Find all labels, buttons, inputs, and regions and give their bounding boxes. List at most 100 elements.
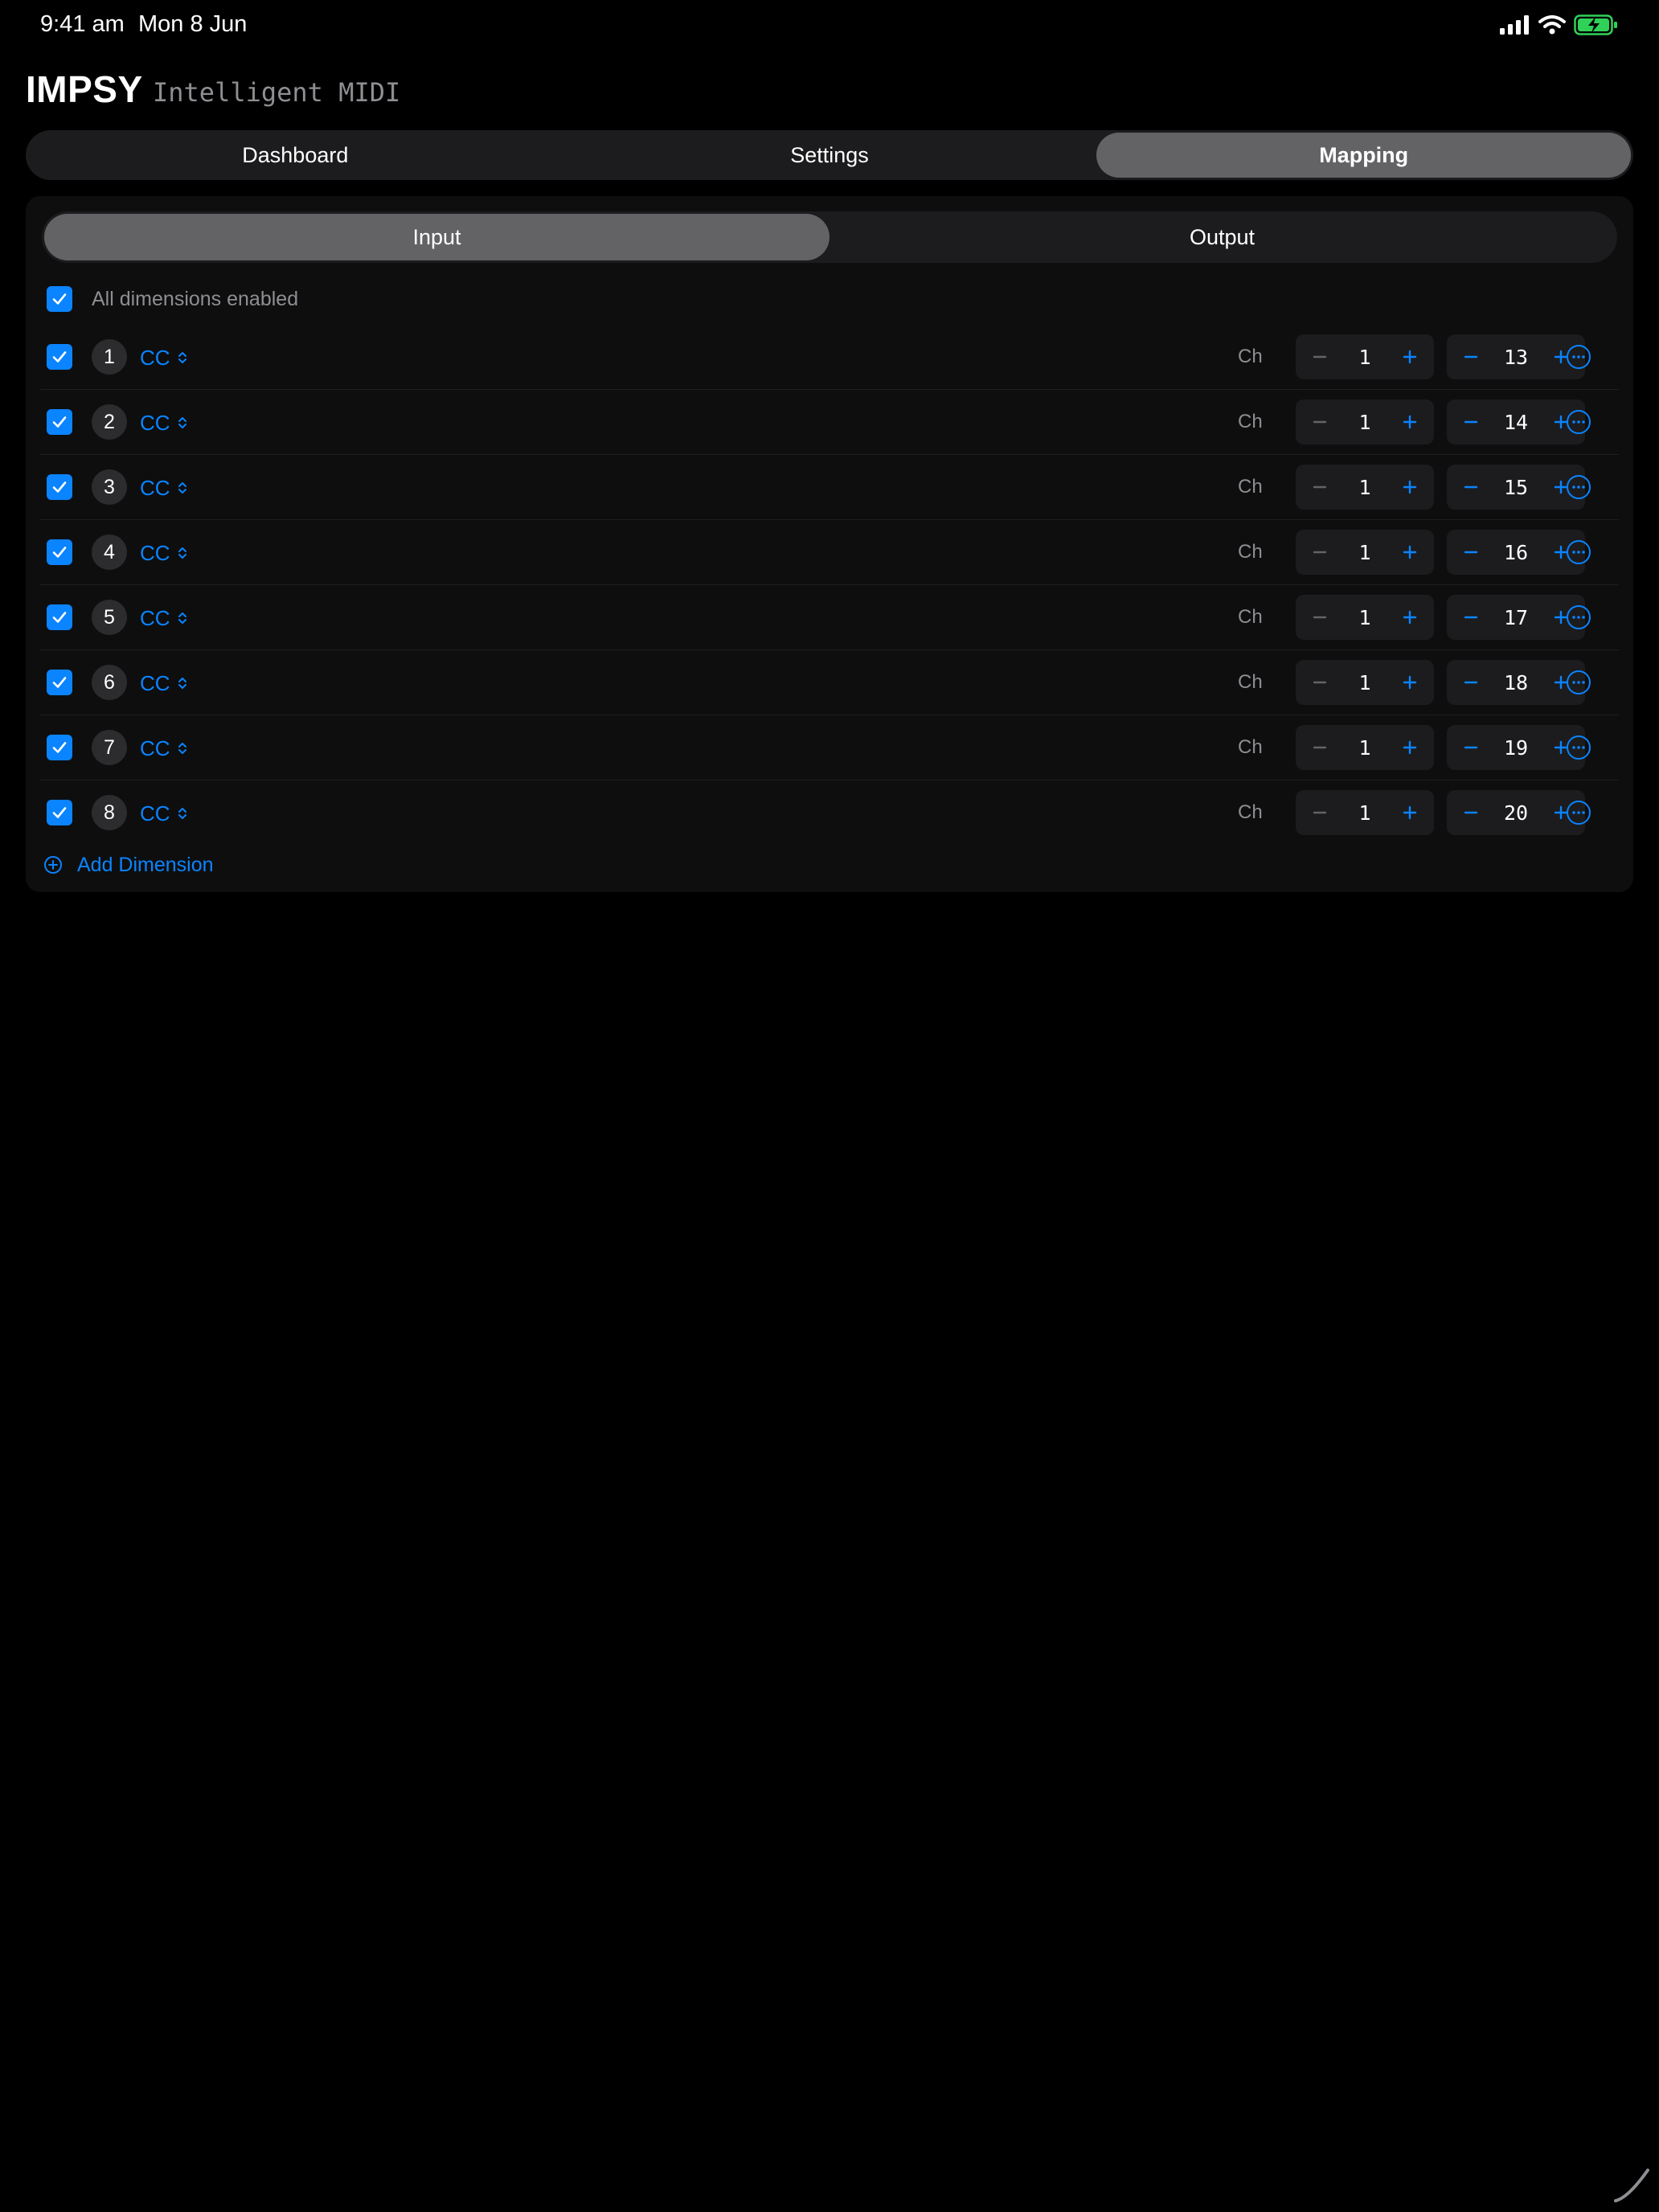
channel-stepper: 1 <box>1296 595 1434 640</box>
number-decrement-button[interactable] <box>1460 606 1482 629</box>
controller-number-value: 14 <box>1503 410 1529 434</box>
channel-increment-button[interactable] <box>1399 801 1421 824</box>
channel-label: Ch <box>1238 671 1263 693</box>
minus-icon <box>1313 551 1327 554</box>
number-decrement-button[interactable] <box>1460 736 1482 759</box>
dimension-enabled-checkbox[interactable] <box>47 735 72 760</box>
minus-icon <box>1464 485 1478 489</box>
dimension-enabled-checkbox[interactable] <box>47 539 72 565</box>
chevron-up-down-icon <box>178 678 186 689</box>
all-dimensions-toggle: All dimensions enabled <box>47 283 298 315</box>
controller-number-value: 19 <box>1503 735 1529 760</box>
dimension-enabled-checkbox[interactable] <box>47 474 72 500</box>
app-title: IMPSY <box>26 68 143 110</box>
channel-value: 1 <box>1358 345 1371 369</box>
channel-increment-button[interactable] <box>1399 346 1421 368</box>
number-decrement-button[interactable] <box>1460 801 1482 824</box>
tab-output[interactable]: Output <box>830 214 1615 260</box>
channel-stepper: 1 <box>1296 334 1434 379</box>
more-options-icon[interactable] <box>1566 474 1591 500</box>
checkmark-icon <box>52 351 67 363</box>
mapping-panel: Input Output All dimensions enabled 1 CC… <box>26 196 1633 892</box>
resize-grip-icon <box>1614 2169 1649 2202</box>
cellular-signal-icon <box>1500 15 1529 35</box>
channel-increment-button[interactable] <box>1399 411 1421 433</box>
dimension-enabled-checkbox[interactable] <box>47 670 72 695</box>
checkmark-icon <box>52 293 67 305</box>
channel-label: Ch <box>1238 541 1263 563</box>
dimension-row: 1 CC Ch 1 13 <box>40 325 1619 390</box>
channel-value: 1 <box>1358 475 1371 499</box>
more-options-icon[interactable] <box>1566 800 1591 825</box>
all-dimensions-checkbox[interactable] <box>47 286 72 312</box>
channel-decrement-button[interactable] <box>1309 541 1331 563</box>
minus-icon <box>1464 420 1478 424</box>
controller-number-stepper: 19 <box>1447 725 1585 770</box>
number-decrement-button[interactable] <box>1460 671 1482 694</box>
dimension-row: 3 CC Ch 1 15 <box>40 455 1619 520</box>
more-options-icon[interactable] <box>1566 409 1591 435</box>
dimension-enabled-checkbox[interactable] <box>47 800 72 825</box>
minus-icon <box>1313 616 1327 619</box>
dimension-index: 1 <box>92 339 127 375</box>
controller-number-value: 18 <box>1503 670 1529 694</box>
message-type-picker[interactable]: CC <box>140 800 188 827</box>
more-options-icon[interactable] <box>1566 344 1591 370</box>
minus-icon <box>1313 746 1327 749</box>
message-type-picker[interactable]: CC <box>140 539 188 567</box>
number-decrement-button[interactable] <box>1460 411 1482 433</box>
chevron-up-down-icon <box>178 743 186 754</box>
channel-increment-button[interactable] <box>1399 736 1421 759</box>
tab-settings[interactable]: Settings <box>563 133 1097 178</box>
channel-stepper: 1 <box>1296 530 1434 575</box>
plus-icon <box>1403 805 1417 820</box>
message-type-picker[interactable]: CC <box>140 735 188 762</box>
message-type-picker[interactable]: CC <box>140 409 188 436</box>
more-options-icon[interactable] <box>1566 735 1591 760</box>
channel-decrement-button[interactable] <box>1309 801 1331 824</box>
checkmark-icon <box>52 677 67 688</box>
more-options-icon[interactable] <box>1566 604 1591 630</box>
dimension-enabled-checkbox[interactable] <box>47 604 72 630</box>
tab-dashboard[interactable]: Dashboard <box>28 133 563 178</box>
number-decrement-button[interactable] <box>1460 476 1482 498</box>
dimension-list: 1 CC Ch 1 13 2 CC Ch 1 14 3 CC Ch 1 15 4… <box>40 325 1619 846</box>
main-tabs: Dashboard Settings Mapping <box>26 130 1633 180</box>
tab-input[interactable]: Input <box>44 214 830 260</box>
channel-increment-button[interactable] <box>1399 606 1421 629</box>
minus-icon <box>1313 355 1327 358</box>
plus-icon <box>1403 480 1417 494</box>
channel-value: 1 <box>1358 801 1371 825</box>
channel-increment-button[interactable] <box>1399 671 1421 694</box>
dimension-enabled-checkbox[interactable] <box>47 409 72 435</box>
channel-decrement-button[interactable] <box>1309 606 1331 629</box>
message-type-picker[interactable]: CC <box>140 604 188 632</box>
more-options-icon[interactable] <box>1566 670 1591 695</box>
number-decrement-button[interactable] <box>1460 541 1482 563</box>
message-type-picker[interactable]: CC <box>140 474 188 502</box>
channel-decrement-button[interactable] <box>1309 671 1331 694</box>
channel-decrement-button[interactable] <box>1309 346 1331 368</box>
message-type-label: CC <box>140 410 170 435</box>
more-options-icon[interactable] <box>1566 539 1591 565</box>
channel-decrement-button[interactable] <box>1309 736 1331 759</box>
tab-mapping[interactable]: Mapping <box>1096 133 1632 178</box>
number-decrement-button[interactable] <box>1460 346 1482 368</box>
dimension-enabled-checkbox[interactable] <box>47 344 72 370</box>
dimension-row: 7 CC Ch 1 19 <box>40 715 1619 780</box>
message-type-label: CC <box>140 670 170 695</box>
channel-increment-button[interactable] <box>1399 541 1421 563</box>
add-dimension-button[interactable]: Add Dimension <box>43 850 214 879</box>
message-type-picker[interactable]: CC <box>140 670 188 697</box>
channel-increment-button[interactable] <box>1399 476 1421 498</box>
channel-decrement-button[interactable] <box>1309 476 1331 498</box>
checkmark-icon <box>52 416 67 428</box>
channel-stepper: 1 <box>1296 725 1434 770</box>
channel-decrement-button[interactable] <box>1309 411 1331 433</box>
dimension-row: 8 CC Ch 1 20 <box>40 780 1619 846</box>
message-type-picker[interactable]: CC <box>140 344 188 371</box>
plus-icon <box>1403 350 1417 364</box>
plus-icon <box>1403 545 1417 559</box>
controller-number-stepper: 15 <box>1447 465 1585 510</box>
dimension-row: 2 CC Ch 1 14 <box>40 390 1619 455</box>
